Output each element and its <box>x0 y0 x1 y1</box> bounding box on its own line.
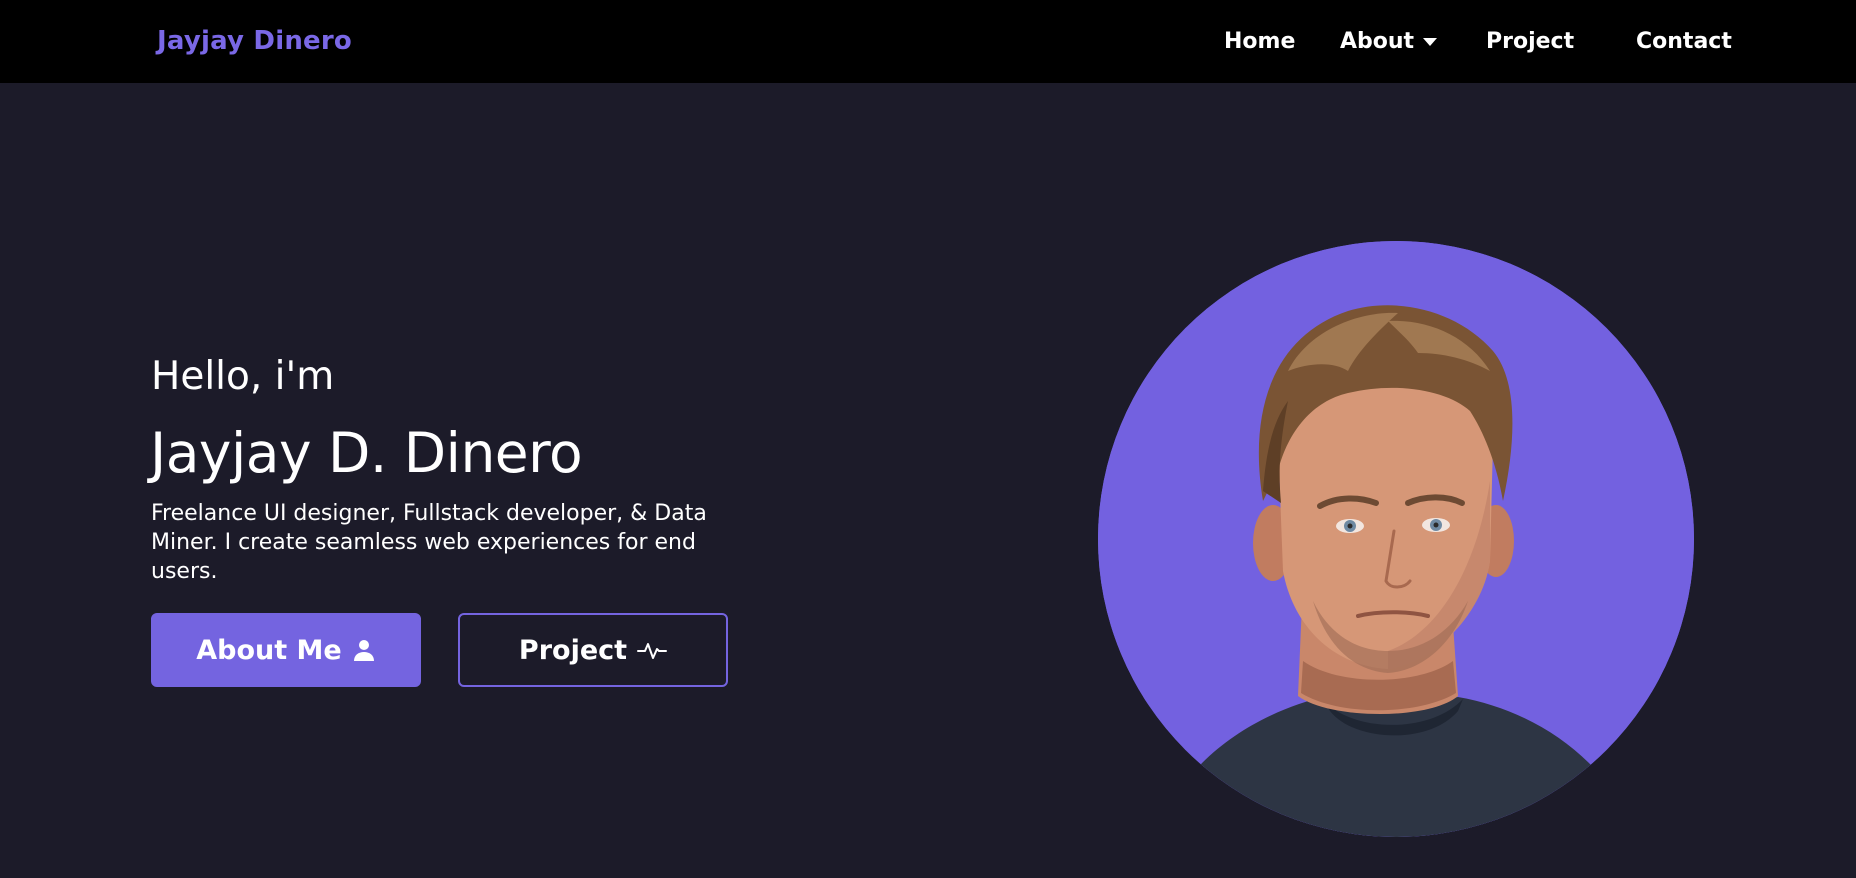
caret-down-icon <box>1423 37 1438 46</box>
nav-link-project[interactable]: Project <box>1486 29 1574 54</box>
nav-link-about[interactable]: About <box>1340 29 1438 54</box>
navbar: Jayjay Dinero Home About Project Contact <box>0 0 1856 83</box>
activity-icon <box>637 638 668 662</box>
profile-photo <box>1098 241 1694 837</box>
nav-link-home[interactable]: Home <box>1224 29 1295 54</box>
project-button-label: Project <box>518 634 628 666</box>
brand-logo[interactable]: Jayjay Dinero <box>157 26 352 56</box>
nav-link-about-label: About <box>1340 29 1415 54</box>
nav-link-contact[interactable]: Contact <box>1636 29 1732 54</box>
hero-description: Freelance UI designer, Fullstack develop… <box>151 501 707 584</box>
about-me-button-label: About Me <box>196 634 342 666</box>
about-me-button[interactable]: About Me <box>151 613 421 687</box>
hero-name: Jayjay D. Dinero <box>150 421 583 485</box>
profile-portrait-illustration <box>1098 241 1694 837</box>
project-button[interactable]: Project <box>458 613 728 687</box>
user-icon <box>352 638 376 662</box>
hero-greeting: Hello, i'm <box>151 354 335 399</box>
